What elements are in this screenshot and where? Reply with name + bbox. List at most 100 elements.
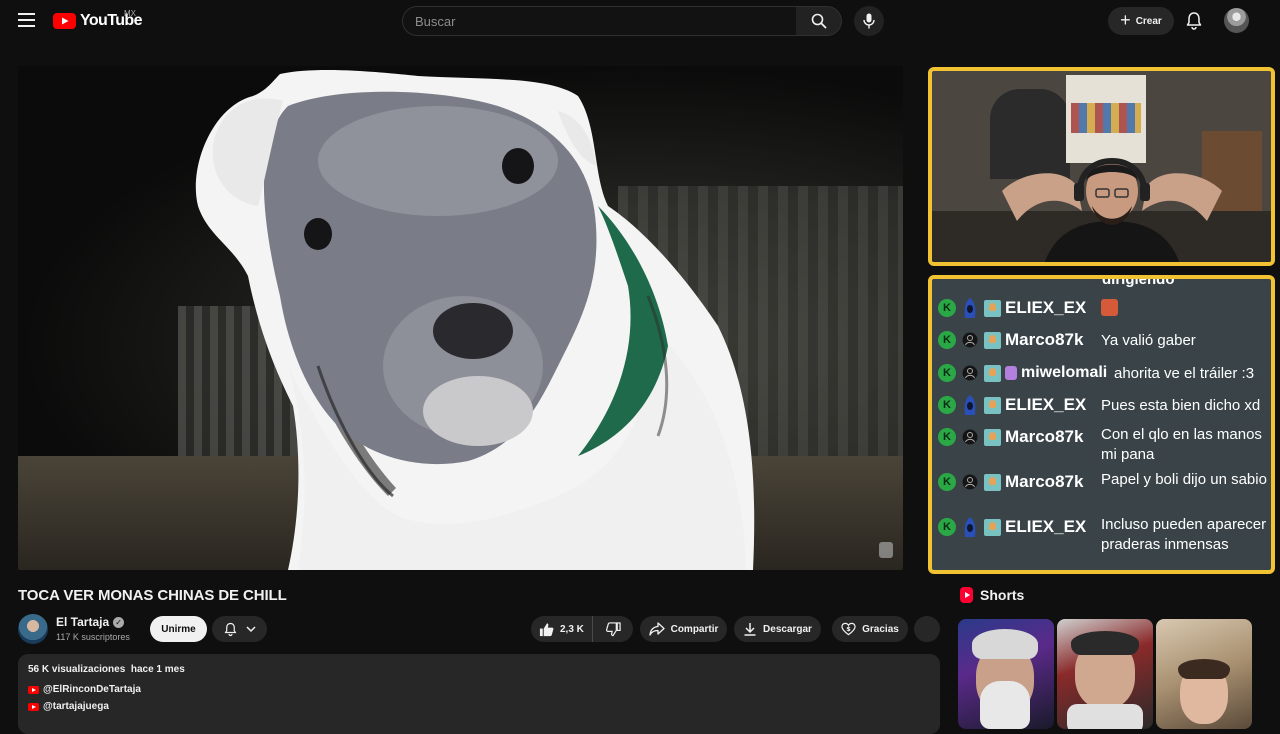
description-link[interactable]: @ElRinconDeTartaja bbox=[28, 684, 141, 695]
chat-text: Incluso pueden aparecer praderas inmensa… bbox=[1101, 516, 1267, 553]
description-link-text: @tartajajuega bbox=[43, 701, 109, 712]
description-link-text: @ElRinconDeTartaja bbox=[43, 684, 141, 695]
gift-badge-icon bbox=[1005, 366, 1017, 380]
emote-icon bbox=[1101, 299, 1118, 316]
hood-badge-icon bbox=[962, 297, 978, 319]
chat-emote bbox=[1101, 299, 1271, 322]
chat-text: Papel y boli dijo un sabio bbox=[1101, 471, 1267, 488]
menu-icon[interactable] bbox=[18, 13, 35, 27]
dislike-button[interactable] bbox=[593, 616, 633, 642]
user-badge-icon bbox=[962, 426, 978, 448]
kick-badge-icon: K bbox=[938, 396, 956, 414]
voice-search-button[interactable] bbox=[854, 6, 884, 36]
search-button[interactable] bbox=[796, 6, 842, 36]
chat-text: Pues esta bien dicho xd bbox=[1101, 397, 1261, 414]
thanks-button[interactable]: $ Gracias bbox=[832, 616, 908, 642]
kick-badge-icon: K bbox=[938, 428, 956, 446]
chat-cut-message: dirigiendo bbox=[1102, 275, 1175, 288]
chat-username: Marco87k bbox=[1005, 330, 1084, 349]
dog-image bbox=[195, 70, 755, 570]
subscriber-count: 117 K suscriptores bbox=[56, 632, 130, 642]
short-thumbnail[interactable] bbox=[958, 619, 1054, 729]
like-dislike-group: 2,3 K bbox=[531, 616, 633, 642]
top-bar: YouTube MX + Crear bbox=[0, 0, 1280, 42]
short-hair bbox=[1071, 631, 1139, 655]
short-hair bbox=[972, 629, 1038, 659]
kick-badge-icon: K bbox=[938, 331, 956, 349]
download-label: Descargar bbox=[763, 623, 812, 635]
description-meta: 56 K visualizaciones hace 1 mes bbox=[28, 664, 185, 675]
share-label: Compartir bbox=[670, 623, 719, 635]
share-arrow-icon bbox=[648, 622, 665, 636]
video-title: TOCA VER MONAS CHINAS DE CHILL bbox=[18, 587, 287, 604]
avatar-badge-icon bbox=[984, 365, 1001, 382]
youtube-mini-icon bbox=[28, 685, 39, 694]
description-link[interactable]: @tartajajuega bbox=[28, 701, 109, 712]
youtube-logo-icon bbox=[53, 13, 76, 29]
channel-avatar[interactable] bbox=[18, 614, 48, 644]
like-button[interactable]: 2,3 K bbox=[531, 616, 593, 642]
verified-check-icon: ✓ bbox=[113, 616, 125, 628]
chat-username: ELIEX_EX bbox=[1005, 395, 1087, 414]
hood-badge-icon bbox=[962, 516, 978, 538]
chat-overlay: dirigiendo K ELIEX_EX K Marco87k Ya vali… bbox=[928, 275, 1275, 574]
channel-name: El Tartaja bbox=[56, 615, 110, 629]
chat-username: ELIEX_EX bbox=[1005, 517, 1087, 536]
avatar-badge-icon bbox=[984, 300, 1001, 317]
create-label: Crear bbox=[1135, 15, 1162, 27]
video-player[interactable] bbox=[18, 66, 903, 570]
description-box[interactable]: 56 K visualizaciones hace 1 mes @ElRinco… bbox=[18, 654, 940, 734]
svg-text:$: $ bbox=[846, 625, 851, 633]
chat-username: ELIEX_EX bbox=[1005, 298, 1087, 317]
video-watermark bbox=[879, 542, 893, 558]
join-button[interactable]: Unirme bbox=[150, 616, 207, 642]
chevron-down-icon bbox=[246, 626, 256, 633]
chat-text: Con el qlo en las manos mi pana bbox=[1101, 426, 1262, 463]
avatar-badge-icon bbox=[984, 397, 1001, 414]
avatar-badge-icon bbox=[984, 474, 1001, 491]
short-hair bbox=[1178, 659, 1230, 679]
more-actions-button[interactable] bbox=[914, 616, 940, 642]
webcam-shelf bbox=[1066, 75, 1146, 163]
user-badge-icon bbox=[962, 362, 978, 384]
view-count: 56 K visualizaciones bbox=[28, 664, 126, 675]
microphone-icon bbox=[863, 13, 875, 29]
kick-badge-icon: K bbox=[938, 364, 956, 382]
avatar-badge-icon bbox=[984, 429, 1001, 446]
chat-text: Ya valió gaber bbox=[1101, 332, 1196, 349]
thumbs-down-icon bbox=[605, 621, 621, 636]
country-code: MX bbox=[124, 9, 136, 18]
short-shirt bbox=[1067, 704, 1143, 729]
subscription-notifications-button[interactable] bbox=[212, 616, 267, 642]
thumbs-up-icon bbox=[539, 622, 554, 636]
avatar-badge-icon bbox=[984, 519, 1001, 536]
streamer-webcam bbox=[928, 67, 1275, 266]
chat-username: Marco87k bbox=[1005, 427, 1084, 446]
user-badge-icon bbox=[962, 329, 978, 351]
avatar-badge-icon bbox=[984, 332, 1001, 349]
upload-date: hace 1 mes bbox=[130, 664, 185, 675]
download-icon bbox=[744, 623, 756, 636]
notifications-bell-icon[interactable] bbox=[1184, 11, 1204, 31]
short-beard bbox=[980, 681, 1030, 729]
heart-dollar-icon: $ bbox=[841, 622, 856, 636]
short-thumbnail[interactable] bbox=[1057, 619, 1153, 729]
download-button[interactable]: Descargar bbox=[734, 616, 821, 642]
shorts-header: Shorts bbox=[960, 587, 1024, 603]
plus-icon: + bbox=[1120, 10, 1131, 30]
share-button[interactable]: Compartir bbox=[640, 616, 727, 642]
account-avatar[interactable] bbox=[1224, 8, 1249, 33]
chat-text: ahorita ve el tráiler :3 bbox=[1114, 365, 1255, 382]
thanks-label: Gracias bbox=[862, 623, 899, 635]
channel-name-link[interactable]: El Tartaja ✓ bbox=[56, 615, 125, 629]
search-input[interactable] bbox=[402, 6, 797, 36]
like-count: 2,3 K bbox=[560, 623, 584, 635]
create-button[interactable]: + Crear bbox=[1108, 7, 1174, 35]
kick-badge-icon: K bbox=[938, 518, 956, 536]
webcam-person bbox=[1002, 158, 1222, 262]
short-thumbnail[interactable] bbox=[1156, 619, 1252, 729]
search-icon bbox=[811, 13, 826, 29]
shorts-title: Shorts bbox=[980, 587, 1025, 603]
bell-icon bbox=[224, 622, 237, 636]
youtube-mini-icon bbox=[28, 702, 39, 711]
